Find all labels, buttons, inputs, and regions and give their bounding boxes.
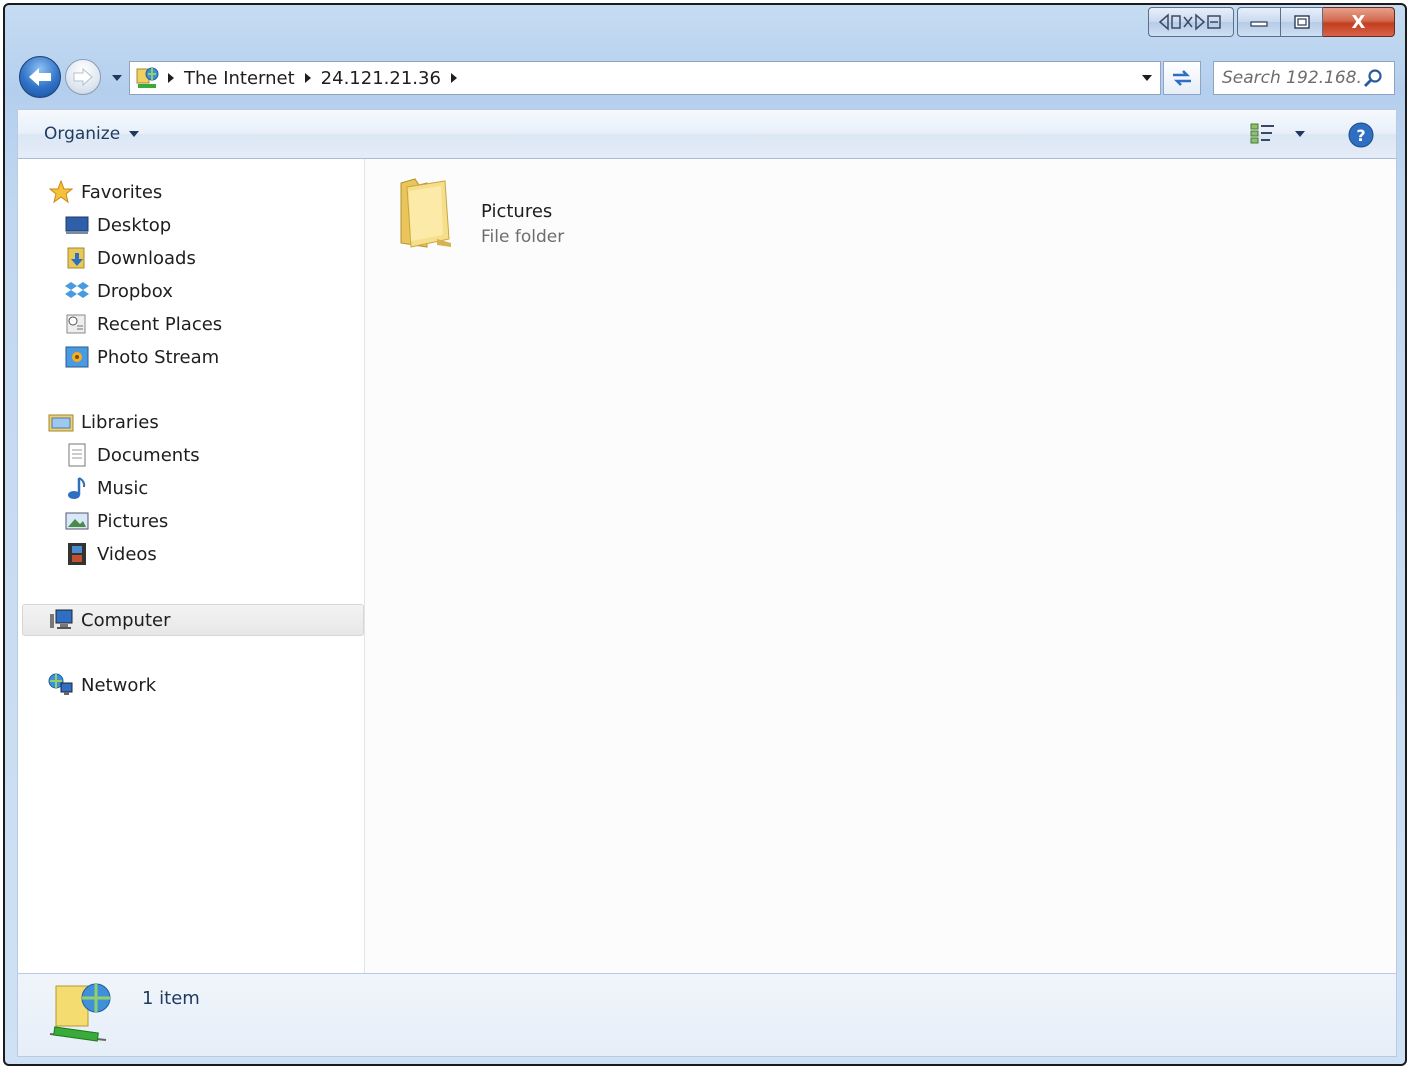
file-type: File folder	[481, 227, 565, 247]
videos-icon	[64, 541, 90, 567]
back-arrow-icon	[29, 68, 51, 86]
nav-libraries-label: Libraries	[81, 411, 159, 433]
chevron-down-icon	[1295, 131, 1305, 137]
star-icon	[48, 179, 74, 205]
network-icon	[48, 672, 74, 698]
nav-item-photo-stream[interactable]: Photo Stream	[64, 342, 219, 372]
network-location-icon	[49, 983, 111, 1042]
chevron-down-icon	[1142, 75, 1152, 81]
nav-item-label: Photo Stream	[97, 346, 220, 368]
help-button[interactable]: ?	[1348, 122, 1374, 148]
nav-item-label: Dropbox	[97, 280, 173, 302]
nav-item-videos[interactable]: Videos	[64, 539, 157, 569]
breadcrumb-separator[interactable]	[445, 72, 463, 84]
maximize-icon	[1293, 15, 1310, 29]
breadcrumb-ip-address[interactable]: 24.121.21.36	[317, 68, 445, 89]
nav-item-recent-places[interactable]: Recent Places	[64, 309, 222, 339]
file-item-pictures-folder[interactable]: Pictures File folder	[397, 173, 617, 253]
change-view-button[interactable]	[1250, 122, 1306, 146]
remote-desktop-toggle-button[interactable]	[1148, 7, 1234, 37]
file-name: Pictures	[481, 201, 553, 222]
nav-item-music[interactable]: Music	[64, 473, 148, 503]
music-icon	[64, 475, 90, 501]
file-list[interactable]: Pictures File folder	[365, 159, 1397, 973]
recent-places-icon	[64, 311, 90, 337]
nav-item-label: Videos	[97, 543, 157, 565]
nav-network[interactable]: Network	[48, 670, 156, 700]
chevron-right-icon	[168, 73, 174, 83]
search-input[interactable]	[1222, 68, 1360, 88]
navigation-pane: Favorites Desktop Downloads Dropbox Rece	[17, 159, 365, 973]
close-icon: X	[1351, 11, 1366, 33]
documents-icon	[64, 442, 90, 468]
nav-item-label: Desktop	[97, 214, 172, 236]
svg-text:?: ?	[1356, 126, 1365, 145]
nav-item-label: Downloads	[97, 247, 196, 269]
nav-favorites-label: Favorites	[81, 181, 163, 203]
folder-icon	[400, 178, 451, 248]
navigation-bar: The Internet 24.121.21.36	[17, 53, 1397, 101]
command-bar: Organize ?	[17, 109, 1397, 159]
breadcrumb-the-internet[interactable]: The Internet	[180, 68, 299, 89]
computer-icon	[48, 607, 74, 633]
nav-item-desktop[interactable]: Desktop	[64, 210, 171, 240]
nav-item-downloads[interactable]: Downloads	[64, 243, 196, 273]
downloads-icon	[64, 245, 90, 271]
caption-buttons: X	[1148, 7, 1395, 39]
nav-network-label: Network	[81, 674, 157, 696]
details-view-icon	[1250, 123, 1274, 144]
search-icon[interactable]	[1360, 65, 1386, 91]
libraries-icon	[48, 409, 74, 435]
photo-stream-icon	[64, 344, 90, 370]
explorer-window: X The Internet 24.121.21.36 Search 192.1…	[3, 3, 1407, 1066]
help-icon: ?	[1348, 122, 1374, 148]
nav-item-label: Music	[97, 477, 149, 499]
close-button[interactable]: X	[1323, 7, 1395, 37]
breadcrumb-separator[interactable]	[299, 72, 317, 84]
address-bar[interactable]: The Internet 24.121.21.36	[129, 61, 1161, 95]
nav-computer-label: Computer	[81, 609, 171, 631]
remote-connection-icon	[1158, 13, 1221, 31]
nav-item-label: Documents	[97, 444, 200, 466]
chevron-right-icon	[450, 73, 457, 83]
nav-item-label: Recent Places	[97, 313, 223, 335]
back-button[interactable]	[19, 56, 61, 98]
nav-libraries[interactable]: Libraries	[48, 407, 159, 437]
nav-item-dropbox[interactable]: Dropbox	[64, 276, 173, 306]
network-location-icon	[132, 63, 162, 93]
nav-favorites[interactable]: Favorites	[48, 177, 162, 207]
refresh-icon	[1173, 70, 1191, 86]
status-bar: 1 item	[17, 973, 1397, 1057]
nav-item-documents[interactable]: Documents	[64, 440, 200, 470]
forward-button[interactable]	[65, 59, 101, 95]
pictures-icon	[64, 508, 90, 534]
minimize-button[interactable]	[1237, 7, 1281, 37]
forward-arrow-icon	[73, 68, 93, 86]
chevron-down-icon	[112, 75, 122, 81]
minimize-icon	[1250, 21, 1268, 27]
nav-item-label: Pictures	[97, 510, 169, 532]
organize-label: Organize	[44, 124, 121, 144]
dropbox-icon	[64, 278, 90, 304]
nav-item-pictures[interactable]: Pictures	[64, 506, 168, 536]
status-item-count: 1 item	[142, 988, 200, 1009]
recent-pages-dropdown[interactable]	[109, 71, 125, 85]
maximize-button[interactable]	[1281, 7, 1323, 37]
nav-computer[interactable]: Computer	[48, 605, 170, 635]
desktop-icon	[64, 212, 90, 238]
address-history-dropdown[interactable]	[1136, 62, 1158, 94]
chevron-right-icon	[304, 73, 311, 83]
refresh-button[interactable]	[1163, 61, 1201, 95]
organize-button[interactable]: Organize	[44, 124, 140, 144]
chevron-down-icon	[129, 131, 140, 137]
breadcrumb-separator[interactable]	[162, 72, 180, 84]
search-box[interactable]	[1213, 61, 1395, 95]
